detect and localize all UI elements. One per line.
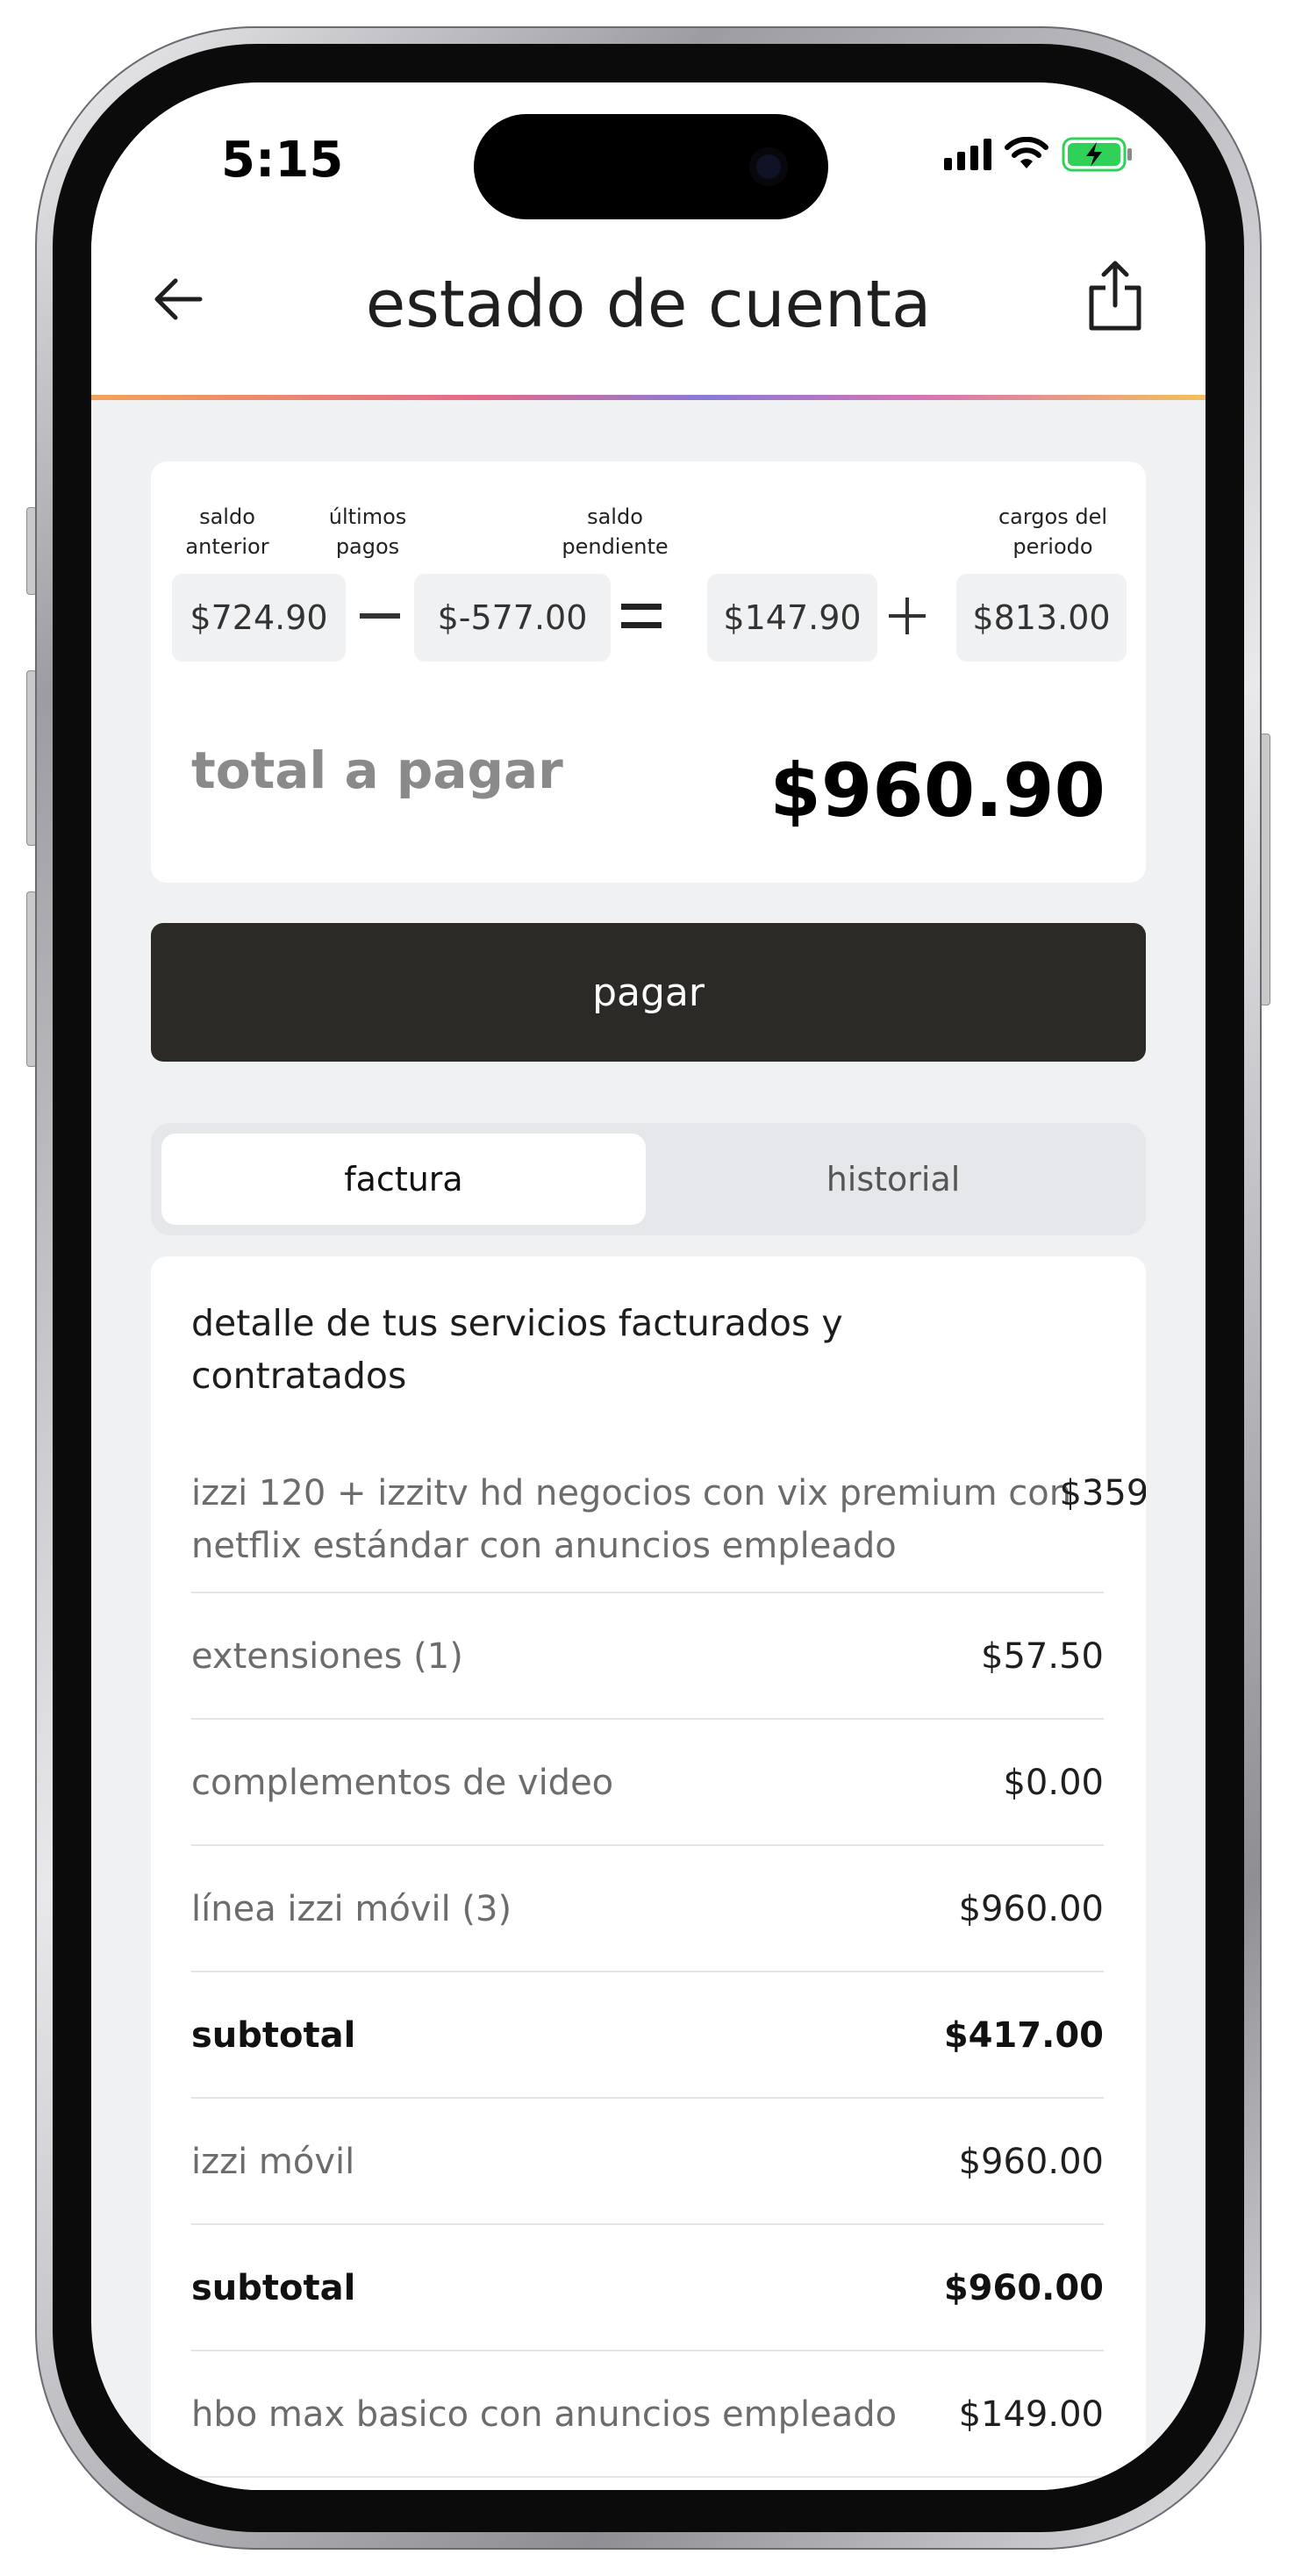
detail-amount: $960.00 — [958, 1889, 1104, 1929]
status-icons — [944, 137, 1134, 172]
detail-name: izzi 120 + izzitv hd negocios con vix pr… — [191, 1473, 1072, 1566]
last-payments-value: $-577.00 — [414, 574, 611, 662]
detail-amount: $960.00 — [958, 2142, 1104, 2182]
detail-amount: $960.00 — [943, 2268, 1104, 2308]
subtotal-row: subtotal $960.00 — [191, 2225, 1104, 2351]
battery-charging-icon — [1062, 137, 1132, 172]
minus-icon — [356, 581, 404, 651]
plus-icon — [884, 581, 931, 651]
equals-icon — [618, 581, 665, 651]
detail-row: línea izzi móvil (3) $960.00 — [191, 1846, 1104, 1972]
cellular-signal-icon — [944, 139, 991, 170]
detail-name: izzi móvil — [191, 2142, 355, 2182]
detail-name: subtotal — [191, 2268, 356, 2308]
last-payments-label: últimos pagos — [328, 504, 407, 559]
tab-historial[interactable]: historial — [651, 1134, 1135, 1225]
detail-name: extensiones (1) — [191, 1636, 463, 1677]
wifi-icon — [1005, 137, 1048, 168]
tab-factura[interactable]: factura — [161, 1134, 646, 1225]
detail-row: extensiones (1) $57.50 — [191, 1593, 1104, 1720]
previous-balance-value: $724.90 — [172, 574, 346, 662]
pending-balance-value: $147.90 — [707, 574, 877, 662]
detail-name: línea izzi móvil (3) — [191, 1889, 512, 1929]
header-divider — [91, 395, 1206, 400]
subtotal-row: subtotal $417.00 — [191, 1972, 1104, 2099]
period-charges-value: $813.00 — [956, 574, 1127, 662]
arrow-left-icon[interactable] — [147, 268, 209, 330]
detail-amount: $57.50 — [981, 1636, 1104, 1677]
tab-bar: factura historial — [151, 1123, 1146, 1235]
detail-row: hbo max basico con anuncios empleado $14… — [191, 2351, 1104, 2478]
detail-name: complementos de video — [191, 1763, 614, 1803]
total-to-pay-label: total a pagar — [191, 741, 563, 800]
total-to-pay-value: $960.90 — [769, 748, 1105, 834]
dynamic-island — [474, 114, 828, 219]
account-summary-card: saldo anterior últimos pagos saldo pendi… — [151, 462, 1146, 883]
status-time: 5:15 — [221, 132, 344, 189]
phone-screen: 5:15 estado de cuenta saldo anterior últ… — [91, 82, 1206, 2490]
pay-button[interactable]: pagar — [151, 923, 1146, 1062]
previous-balance-label: saldo anterior — [185, 504, 269, 559]
pending-balance-label: saldo pendiente — [562, 504, 669, 559]
period-charges-label: cargos del periodo — [998, 504, 1108, 559]
page-title: estado de cuenta — [365, 267, 932, 342]
detail-name: hbo max basico con anuncios empleado — [191, 2394, 898, 2435]
detail-name: subtotal — [191, 2015, 356, 2056]
detail-row: izzi móvil $960.00 — [191, 2099, 1104, 2225]
detail-amount: $149.00 — [958, 2394, 1104, 2435]
detail-amount: $359. — [1059, 1473, 1146, 1513]
camera-icon — [749, 147, 788, 186]
share-icon[interactable] — [1084, 258, 1146, 333]
top-area: 5:15 estado de cuenta — [91, 82, 1206, 395]
detail-amount: $0.00 — [1003, 1763, 1104, 1803]
details-title: detalle de tus servicios facturados y co… — [191, 1302, 843, 1397]
billing-details-card: detalle de tus servicios facturados y co… — [151, 1256, 1146, 2490]
detail-row: izzi 120 + izzitv hd negocios con vix pr… — [191, 1453, 1146, 1593]
detail-amount: $417.00 — [943, 2015, 1104, 2056]
detail-row: complementos de video $0.00 — [191, 1720, 1104, 1846]
